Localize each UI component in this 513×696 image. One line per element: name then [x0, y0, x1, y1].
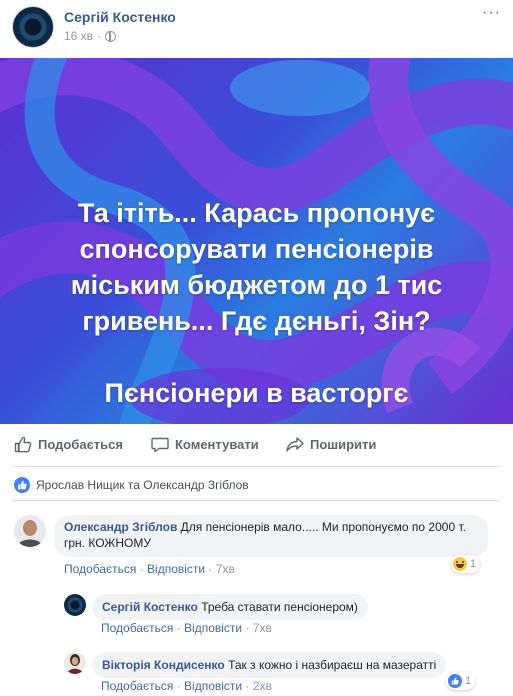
comment-button[interactable]: Коментувати — [151, 436, 259, 453]
like-button[interactable]: Подобається — [14, 436, 123, 453]
reply-author[interactable]: Сергій Костенко — [102, 600, 198, 614]
reply-avatar[interactable] — [64, 594, 86, 616]
post-author-name[interactable]: Сергій Костенко — [64, 9, 176, 25]
comment-like-link[interactable]: Подобається — [64, 562, 136, 576]
reply-text: Так з кожно і назбираєш на мазератті — [228, 658, 437, 672]
comment-reaction-badge[interactable]: 1 — [451, 555, 481, 573]
comment-actions: Подобається · Відповісти · 7хв — [64, 562, 235, 576]
reply-actions: Подобається · Відповісти · 7хв — [101, 621, 272, 635]
public-globe-icon[interactable] — [105, 30, 117, 42]
link-separator: · — [176, 679, 181, 693]
link-separator: · — [245, 679, 250, 693]
reactions-names: Ярослав Нищик та Олександр Згіблов — [36, 478, 249, 492]
post-time[interactable]: 16 хв — [64, 29, 93, 43]
banner-text-line: гривень... Гдє дєньгі, Зін? — [82, 306, 431, 336]
comment-label: Коментувати — [175, 437, 259, 452]
reply-author[interactable]: Вікторія Кондисенко — [102, 658, 225, 672]
banner-text-line: Та ітіть... Карась пропонує — [77, 198, 436, 228]
meta-separator: · — [97, 29, 102, 43]
comment-author[interactable]: Олександр Згіблов — [64, 520, 177, 534]
like-reaction-icon — [14, 477, 30, 493]
reactions-divider — [12, 500, 501, 501]
reaction-count: 1 — [470, 558, 477, 570]
banner-text-line: міським бюджетом до 1 тис — [70, 270, 443, 300]
reply-actions: Подобається · Відповісти · 2хв — [101, 679, 272, 693]
link-separator: · — [208, 562, 213, 576]
reply-bubble: Сергій Костенко Треба ставати пенсіонеро… — [92, 594, 368, 620]
reactions-summary[interactable]: Ярослав Нищик та Олександр Згіблов — [14, 477, 249, 493]
post-card: Сергій Костенко 16 хв · ··· Та ітіть... … — [0, 0, 513, 696]
link-separator: · — [176, 621, 181, 635]
comment-bubble-icon — [151, 437, 169, 453]
banner-text-line: спонсорувати пенсіонерів — [79, 234, 434, 264]
post-image-text-banner[interactable]: Та ітіть... Карась пропонує спонсорувати… — [0, 58, 513, 424]
reply-time[interactable]: 2хв — [253, 679, 272, 693]
reply-reply-link[interactable]: Відповісти — [184, 621, 242, 635]
share-label: Поширити — [310, 437, 377, 452]
reply-like-link[interactable]: Подобається — [101, 621, 173, 635]
reply-time[interactable]: 7хв — [253, 621, 272, 635]
comment-bubble: Олександр Згіблов Для пенсіонерів мало..… — [54, 515, 488, 557]
link-separator: · — [245, 621, 250, 635]
share-button[interactable]: Поширити — [286, 436, 376, 453]
like-label: Подобається — [38, 437, 123, 452]
comment-reply-link[interactable]: Відповісти — [147, 562, 205, 576]
thumbs-up-icon — [14, 436, 32, 453]
reply-reply-link[interactable]: Відповісти — [184, 679, 242, 693]
reply-reaction-badge[interactable]: 1 — [446, 672, 476, 690]
banner-text-line: Пєнсіонери в васторгє — [104, 378, 409, 408]
reply-bubble: Вікторія Кондисенко Так з кожно і назбир… — [92, 652, 447, 678]
post-options-icon[interactable]: ··· — [482, 4, 501, 22]
action-divider — [12, 466, 501, 467]
commenter-avatar[interactable] — [14, 515, 46, 547]
reply-avatar[interactable] — [64, 652, 86, 674]
like-reaction-icon — [448, 674, 462, 688]
post-action-bar: Подобається Коментувати Поширити — [0, 424, 513, 466]
reply-text: Треба ставати пенсіонером) — [201, 600, 358, 614]
post-meta: 16 хв · — [64, 29, 117, 43]
haha-reaction-icon — [453, 557, 467, 571]
author-avatar[interactable] — [12, 6, 54, 48]
reaction-count: 1 — [465, 675, 472, 687]
comment-time[interactable]: 7хв — [216, 562, 235, 576]
share-arrow-icon — [286, 437, 304, 452]
reply-like-link[interactable]: Подобається — [101, 679, 173, 693]
link-separator: · — [139, 562, 144, 576]
